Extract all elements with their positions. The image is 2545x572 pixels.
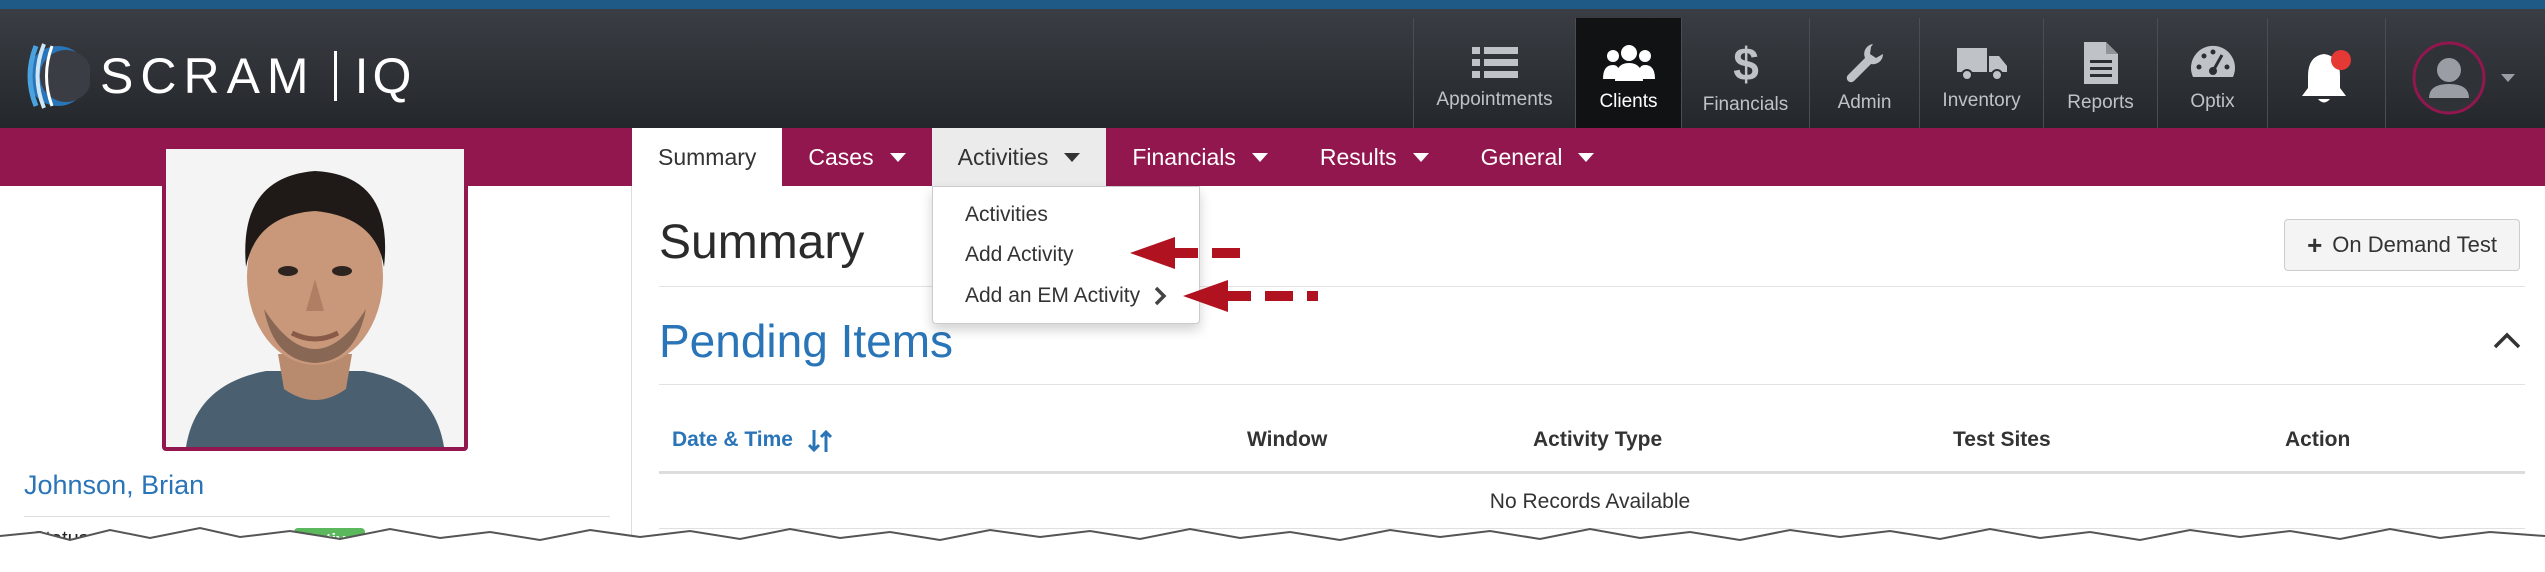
chevron-right-icon	[1154, 286, 1167, 306]
torn-edge	[0, 526, 2545, 572]
activities-dropdown-menu: Activities Add Activity Add an EM Activi…	[932, 186, 1200, 324]
top-navigation-bar: SCRAM IQ Appointments Clients $ Financia…	[0, 0, 2545, 137]
menu-item-add-em-activity[interactable]: Add an EM Activity	[965, 284, 1140, 308]
caret-down-icon	[1064, 152, 1081, 162]
divider	[659, 384, 2525, 385]
nav-label: Financials	[1702, 93, 1789, 115]
tab-label: Summary	[658, 143, 757, 170]
nav-clients[interactable]: Clients	[1575, 18, 1681, 137]
tab-label: Activities	[957, 143, 1049, 170]
nav-label: Reports	[2067, 91, 2134, 113]
scram-iq-logo[interactable]: SCRAM IQ	[22, 31, 415, 121]
client-name-link[interactable]: Johnson, Brian	[24, 470, 204, 501]
nav-label: Admin	[1837, 91, 1892, 113]
tab-financials[interactable]: Financials	[1106, 128, 1294, 186]
gauge-icon	[2190, 45, 2235, 77]
nav-label: Appointments	[1436, 88, 1553, 110]
brand-word: SCRAM	[100, 48, 316, 104]
client-photo	[162, 145, 468, 451]
tab-summary[interactable]: Summary	[632, 128, 783, 186]
caret-down-icon	[1251, 152, 1268, 162]
client-portrait-image	[166, 149, 464, 447]
column-header-activity-type[interactable]: Activity Type	[1533, 428, 1662, 452]
scram-logo-icon	[27, 43, 90, 109]
brand-separator	[333, 51, 337, 101]
nav-admin[interactable]: Admin	[1809, 18, 1919, 137]
nav-reports[interactable]: Reports	[2043, 18, 2157, 137]
on-demand-test-button[interactable]: + On Demand Test	[2284, 219, 2520, 271]
column-header-test-sites[interactable]: Test Sites	[1953, 428, 2051, 452]
plus-icon: +	[2307, 229, 2323, 260]
divider	[24, 516, 610, 517]
document-icon	[2083, 41, 2118, 84]
column-header-action: Action	[2285, 428, 2351, 451]
bell-icon	[2301, 49, 2351, 102]
menu-item-activities[interactable]: Activities	[965, 203, 1048, 227]
user-menu[interactable]	[2385, 18, 2545, 137]
notifications-button[interactable]	[2267, 18, 2385, 137]
nav-inventory[interactable]: Inventory	[1919, 18, 2043, 137]
svg-text:$: $	[1733, 40, 1759, 86]
tab-results[interactable]: Results	[1294, 128, 1455, 186]
tab-activities[interactable]: Activities	[931, 128, 1107, 186]
tab-cases[interactable]: Cases	[782, 128, 931, 186]
nav-label: Inventory	[1942, 89, 2021, 111]
button-label: On Demand Test	[2332, 232, 2497, 257]
truck-icon	[1956, 47, 2007, 81]
wrench-icon	[1846, 43, 1883, 82]
list-icon	[1471, 46, 1518, 78]
arrow-to-add-em-activity	[1183, 280, 1318, 312]
client-tabs: Summary Cases Activities Financials Resu…	[632, 128, 1620, 186]
caret-down-icon	[889, 152, 906, 162]
nav-optix[interactable]: Optix	[2157, 18, 2267, 137]
chevron-up-icon[interactable]	[2492, 330, 2522, 350]
nav-label: Optix	[2190, 90, 2235, 112]
page-title: Summary	[659, 216, 865, 269]
tab-label: Results	[1319, 143, 1397, 170]
notification-dot	[2330, 49, 2351, 70]
menu-item-add-activity[interactable]: Add Activity	[965, 243, 1074, 267]
tab-general[interactable]: General	[1455, 128, 1621, 186]
tab-label: General	[1480, 143, 1563, 170]
sort-icon[interactable]	[808, 428, 834, 454]
chevron-down-icon	[2500, 73, 2515, 82]
users-icon	[1602, 44, 1655, 81]
nav-appointments[interactable]: Appointments	[1413, 18, 1575, 137]
caret-down-icon	[1412, 152, 1429, 162]
column-header-window[interactable]: Window	[1247, 428, 1327, 452]
empty-table-message: No Records Available	[1489, 490, 1691, 513]
nav-label: Clients	[1599, 90, 1658, 112]
brand-suffix: IQ	[354, 48, 416, 104]
avatar-icon	[2412, 41, 2515, 114]
column-header-date-time[interactable]: Date & Time	[672, 428, 793, 452]
tab-label: Financials	[1132, 143, 1236, 170]
tab-label: Cases	[808, 143, 874, 170]
caret-down-icon	[1578, 152, 1595, 162]
nav-financials[interactable]: $ Financials	[1681, 18, 1809, 137]
table-header-border	[659, 471, 2525, 474]
pending-items-title: Pending Items	[659, 315, 954, 367]
dollar-icon: $	[1733, 40, 1759, 86]
